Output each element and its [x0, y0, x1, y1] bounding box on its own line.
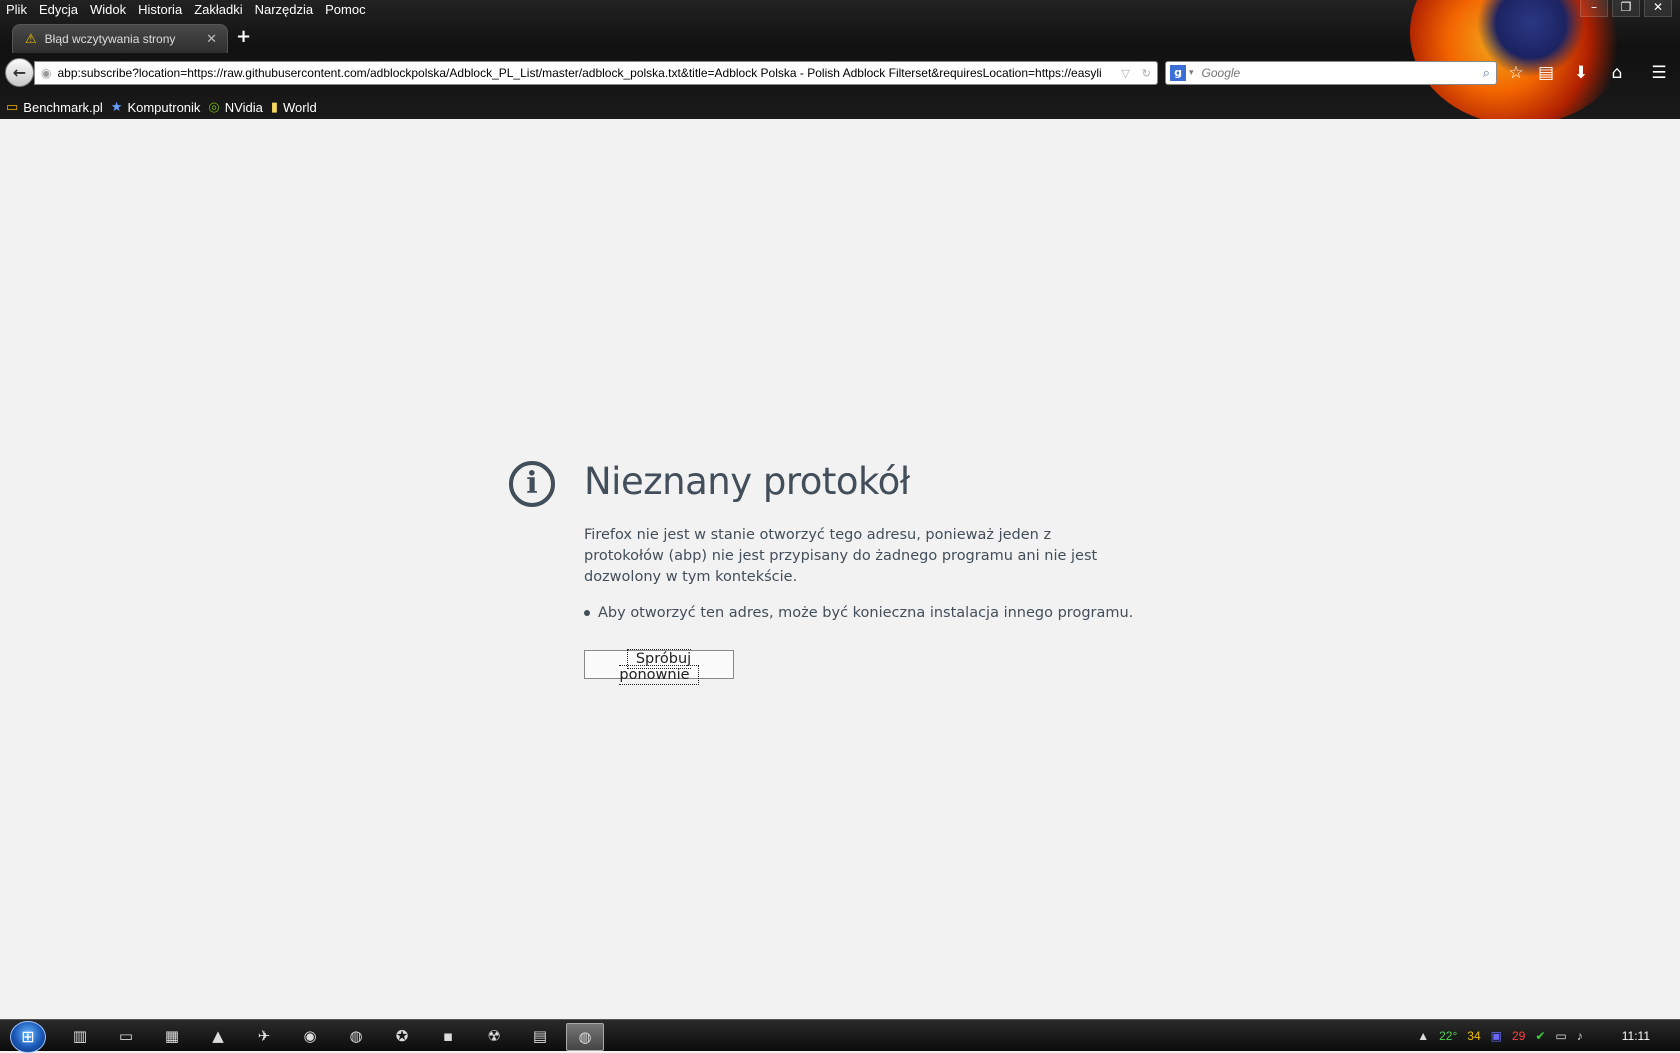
- menu-plik[interactable]: Plik: [0, 0, 33, 20]
- globe-icon: ◉: [41, 66, 52, 80]
- chevron-down-icon[interactable]: ▾: [1189, 68, 1194, 78]
- close-window-button[interactable]: ✕: [1644, 0, 1672, 17]
- error-hint: Aby otworzyć ten adres, może być koniecz…: [598, 605, 1134, 621]
- info-icon: i: [509, 461, 555, 507]
- error-page: i Nieznany protokół Firefox nie jest w s…: [0, 119, 1680, 1019]
- bookmarks-list-icon[interactable]: ▤: [1535, 63, 1557, 83]
- floppy-icon[interactable]: ▪: [430, 1023, 466, 1049]
- app-icon[interactable]: ✪: [384, 1023, 420, 1049]
- clock[interactable]: 11:11: [1622, 1029, 1650, 1043]
- retry-button[interactable]: Spróbuj ponownie: [584, 649, 734, 685]
- search-bar[interactable]: g ▾ ⌕: [1165, 61, 1497, 85]
- taskbar: ⊞ ▥ ▭ ▦ ▲ ✈ ◉ ◍ ✪ ▪ ☢ ▤ ◍ ▲ 22° 34 ▣ 29 …: [0, 1019, 1680, 1053]
- volume-icon[interactable]: ♪: [1577, 1029, 1583, 1043]
- menu-edycja[interactable]: Edycja: [33, 0, 84, 20]
- nvidia-icon: ◎: [208, 99, 220, 114]
- reload-icon[interactable]: ↻: [1142, 67, 1151, 80]
- tab-title: Błąd wczytywania strony: [44, 32, 176, 46]
- bookmark-star-icon[interactable]: ☆: [1505, 63, 1527, 83]
- bookmark-label: Komputronik: [127, 99, 201, 115]
- bookmarks-toolbar: ▭ Benchmark.pl ★ Komputronik ◎ NVidia ▮ …: [0, 97, 319, 117]
- bullet-icon: [584, 610, 590, 616]
- steam-icon[interactable]: ◍: [338, 1023, 374, 1049]
- menu-widok[interactable]: Widok: [84, 0, 132, 20]
- explorer-icon[interactable]: ▭: [108, 1023, 144, 1049]
- menu-bar: Plik Edycja Widok Historia Zakładki Narz…: [0, 0, 372, 20]
- bookmark-label: World: [282, 99, 317, 115]
- error-description: Firefox nie jest w stanie otworzyć tego …: [584, 527, 1098, 585]
- close-tab-icon[interactable]: ✕: [206, 32, 217, 47]
- cpu-temp[interactable]: 22°: [1439, 1029, 1457, 1043]
- bookmark-benchmark[interactable]: ▭ Benchmark.pl: [6, 99, 103, 115]
- bookmark-komputronik[interactable]: ★ Komputronik: [111, 99, 201, 115]
- hdd-temp[interactable]: 29: [1512, 1029, 1525, 1043]
- show-hidden-icons[interactable]: ▲: [1417, 1029, 1429, 1043]
- menu-historia[interactable]: Historia: [132, 0, 188, 20]
- warning-icon: ⚠: [25, 31, 37, 47]
- menu-narzedzia[interactable]: Narzędzia: [249, 0, 320, 20]
- back-button[interactable]: ←: [5, 58, 34, 87]
- star-icon: ★: [110, 99, 123, 114]
- windows-logo-icon: ⊞: [21, 1027, 35, 1046]
- error-hint-item: Aby otworzyć ten adres, może być koniecz…: [584, 605, 1133, 621]
- taskbar-app-icon[interactable]: ▥: [62, 1023, 98, 1049]
- check-icon[interactable]: ✔: [1535, 1029, 1545, 1043]
- home-icon[interactable]: ⌂: [1606, 63, 1628, 83]
- folder-icon: ▮: [270, 99, 278, 114]
- monitor-icon[interactable]: ▣: [1491, 1029, 1502, 1043]
- start-button[interactable]: ⊞: [10, 1021, 46, 1053]
- menu-hamburger-icon[interactable]: ☰: [1648, 63, 1670, 83]
- google-icon[interactable]: g: [1170, 65, 1186, 81]
- bookmark-nvidia[interactable]: ◎ NVidia: [208, 99, 262, 115]
- app-icon[interactable]: ▤: [522, 1023, 558, 1049]
- app-icon[interactable]: ◉: [292, 1023, 328, 1049]
- download-icon[interactable]: ⬇: [1570, 63, 1592, 83]
- window-controls: – ❐ ✕: [1580, 0, 1672, 17]
- arrow-left-icon: ←: [12, 63, 27, 82]
- network-icon[interactable]: ▭: [1555, 1029, 1566, 1043]
- bookmark-world[interactable]: ▮ World: [271, 99, 317, 115]
- history-dropdown-icon[interactable]: ▽: [1121, 67, 1129, 80]
- firefox-task-icon[interactable]: ◍: [566, 1023, 604, 1051]
- new-tab-button[interactable]: +: [236, 26, 251, 47]
- menu-zakladki[interactable]: Zakładki: [188, 0, 248, 20]
- system-tray: ▲ 22° 34 ▣ 29 ✔ ▭ ♪ 11:11: [1412, 1020, 1680, 1051]
- folder-icon: ▭: [6, 99, 19, 114]
- plane-icon[interactable]: ✈: [246, 1023, 282, 1049]
- bookmark-label: NVidia: [224, 99, 263, 115]
- search-input[interactable]: [1199, 65, 1483, 81]
- menu-pomoc[interactable]: Pomoc: [319, 0, 371, 20]
- restore-button[interactable]: ❐: [1612, 0, 1640, 17]
- minimize-button[interactable]: –: [1580, 0, 1608, 17]
- radiation-icon[interactable]: ☢: [476, 1023, 512, 1049]
- url-text[interactable]: abp:subscribe?location=https://raw.githu…: [57, 66, 1115, 80]
- navigation-bar: ← ◉ abp:subscribe?location=https://raw.g…: [0, 55, 1680, 91]
- search-icon[interactable]: ⌕: [1483, 66, 1490, 81]
- url-bar[interactable]: ◉ abp:subscribe?location=https://raw.git…: [34, 61, 1158, 85]
- tab-active[interactable]: ⚠ Błąd wczytywania strony ✕: [12, 24, 228, 53]
- error-title: Nieznany protokół: [584, 460, 910, 503]
- gpu-temp[interactable]: 34: [1467, 1029, 1480, 1043]
- retry-button-label: Spróbuj ponownie: [619, 649, 699, 685]
- bookmark-label: Benchmark.pl: [23, 99, 103, 115]
- browser-chrome: Plik Edycja Widok Historia Zakładki Narz…: [0, 0, 1680, 119]
- media-icon[interactable]: ▦: [154, 1023, 190, 1049]
- vlc-icon[interactable]: ▲: [200, 1023, 236, 1049]
